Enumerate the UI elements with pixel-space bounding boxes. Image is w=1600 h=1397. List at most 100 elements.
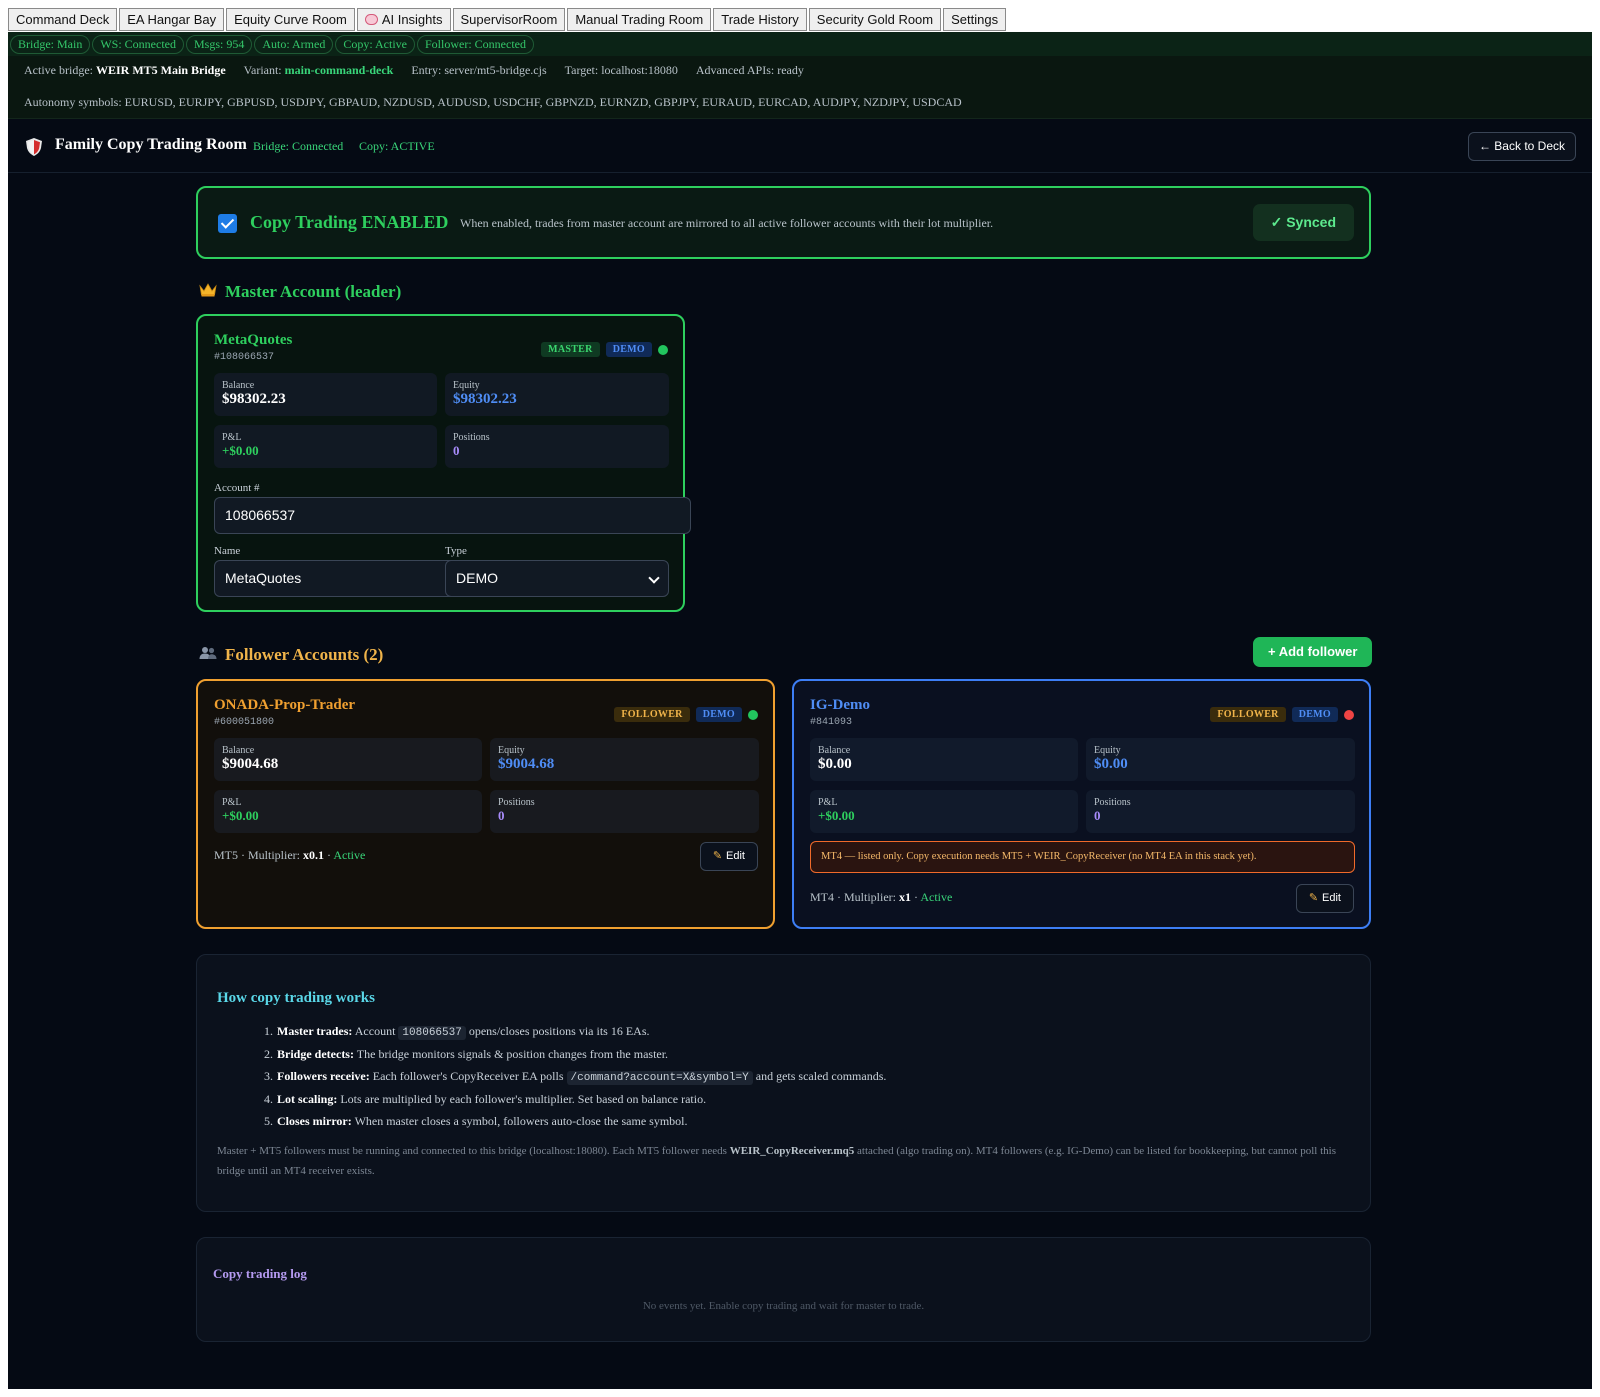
step-heading: Lot scaling:: [277, 1091, 338, 1106]
status-pill-auto: Auto: Armed: [254, 34, 334, 54]
master-badges: MASTER DEMO: [541, 342, 668, 357]
brain-icon: [364, 14, 378, 25]
tab-supervisor-room[interactable]: SupervisorRoom: [452, 8, 566, 31]
stat-label: P&L: [222, 432, 242, 443]
master-section-title: Master Account (leader): [199, 282, 401, 302]
target-info: Target: localhost:18080: [564, 63, 678, 77]
page-title: Family Copy Trading Room: [55, 136, 247, 153]
master-pnl-stat: P&L +$0.00: [214, 425, 437, 468]
follower-pnl-value: +$0.00: [818, 808, 855, 823]
master-section-label: Master Account (leader): [225, 282, 402, 301]
tab-security-gold-room[interactable]: Security Gold Room: [808, 8, 942, 31]
note-text: Master + MT5 followers must be running a…: [217, 1145, 727, 1157]
follower-card: IG-Demo #841093 FOLLOWER DEMO Balance $0…: [792, 679, 1371, 929]
follower-equity-stat: Equity $0.00: [1086, 738, 1355, 781]
follower-name: ONADA-Prop-Trader: [214, 697, 356, 713]
master-balance-value: $98302.23: [222, 391, 286, 407]
tab-ai-insights[interactable]: AI Insights: [356, 8, 451, 31]
back-to-deck-button[interactable]: ← Back to Deck: [1467, 132, 1576, 161]
stat-label: P&L: [818, 797, 838, 808]
follower-name: IG-Demo: [810, 697, 870, 713]
master-account-name: MetaQuotes: [214, 332, 293, 348]
follower-equity-value: $9004.68: [498, 756, 555, 772]
follower-positions-value: 0: [1094, 808, 1101, 823]
account-number-label: Account #: [214, 482, 260, 494]
master-role-badge: MASTER: [541, 342, 600, 357]
type-label: Type: [445, 545, 467, 557]
step-item: 3. Followers receive: Each follower's Cop…: [255, 1065, 886, 1088]
step-item: 5. Closes mirror: When master closes a sy…: [255, 1110, 886, 1133]
active-bridge-label: Active bridge:: [24, 63, 93, 77]
follower-balance-stat: Balance $9004.68: [214, 738, 482, 781]
stat-label: Balance: [222, 380, 255, 391]
follower-status-dot: [748, 709, 758, 720]
copy-trading-title: Copy Trading ENABLED: [250, 212, 449, 232]
follower-platform: MT5: [214, 848, 238, 862]
tab-equity-curve-room[interactable]: Equity Curve Room: [226, 8, 355, 31]
step-heading: Bridge detects:: [277, 1046, 354, 1061]
stat-label: Equity: [498, 745, 525, 756]
copy-trading-checkbox[interactable]: [218, 214, 237, 233]
status-pill-ws: WS: Connected: [92, 34, 184, 54]
follower-role-badge: FOLLOWER: [614, 707, 690, 722]
stat-label: Positions: [453, 432, 490, 443]
follower-multiplier-label: Multiplier:: [844, 890, 896, 904]
follower-badges: FOLLOWER DEMO: [1210, 707, 1354, 722]
stat-label: Balance: [818, 745, 851, 756]
master-account-card: MetaQuotes #108066537 MASTER DEMO Balanc…: [196, 314, 691, 612]
how-it-works-panel: How copy trading works 1. Master trades: …: [196, 954, 1371, 1212]
master-account-number: #108066537: [214, 352, 275, 363]
variant-info: Variant: main-command-deck: [244, 63, 394, 78]
edit-follower-button[interactable]: ✎ Edit: [699, 842, 758, 871]
follower-multiplier: x1: [899, 890, 911, 904]
status-pill-msgs: Msgs: 954: [185, 34, 253, 54]
follower-pnl-value: +$0.00: [222, 808, 259, 823]
top-tab-bar: Command Deck EA Hangar Bay Equity Curve …: [8, 8, 1592, 32]
stat-label: Balance: [222, 745, 255, 756]
follower-state: Active: [333, 848, 366, 862]
tab-settings[interactable]: Settings: [943, 8, 1007, 31]
stat-label: Equity: [1094, 745, 1121, 756]
master-balance-stat: Balance $98302.23: [214, 373, 437, 416]
step-number: 1.: [264, 1024, 273, 1038]
follower-equity-value: $0.00: [1094, 756, 1128, 772]
step-number: 3.: [264, 1069, 273, 1083]
edit-follower-button[interactable]: ✎ Edit: [1295, 884, 1354, 913]
apis-info: Advanced APIs: ready: [695, 63, 804, 77]
follower-positions-stat: Positions 0: [490, 790, 759, 833]
account-number-input[interactable]: 108066537: [214, 497, 691, 534]
name-input[interactable]: MetaQuotes: [214, 560, 459, 597]
pencil-icon: ✎: [1308, 892, 1319, 904]
step-item: 2. Bridge detects: The bridge monitors si…: [255, 1043, 886, 1066]
step-text: Account: [354, 1024, 396, 1038]
follower-pnl-stat: P&L +$0.00: [214, 790, 482, 833]
tab-ea-hangar-bay[interactable]: EA Hangar Bay: [119, 8, 225, 31]
follower-number: #841093: [810, 717, 853, 728]
follower-number: #600051800: [214, 717, 275, 728]
status-pill-bridge: Bridge: Main: [10, 34, 91, 54]
step-text: Lots are multiplied by each follower's m…: [340, 1091, 707, 1106]
step-heading: Master trades:: [277, 1024, 353, 1038]
master-status-dot: [658, 344, 668, 355]
copy-trading-banner: Copy Trading ENABLED When enabled, trade…: [196, 186, 1371, 259]
crown-icon: [199, 283, 217, 297]
synced-button[interactable]: ✓ Synced: [1252, 204, 1354, 241]
follower-balance-value: $9004.68: [222, 756, 279, 772]
step-text: and gets scaled commands.: [755, 1069, 887, 1083]
type-select[interactable]: DEMO: [445, 560, 669, 597]
followers-section-label: Follower Accounts (2): [225, 645, 384, 664]
mt4-warning: MT4 — listed only. Copy execution needs …: [810, 841, 1355, 873]
tab-ai-insights-label: AI Insights: [381, 12, 443, 27]
step-text: Each follower's CopyReceiver EA polls: [372, 1069, 564, 1083]
follower-pnl-stat: P&L +$0.00: [810, 790, 1078, 833]
step-item: 4. Lot scaling: Lots are multiplied by ea…: [255, 1088, 886, 1111]
master-equity-value: $98302.23: [453, 391, 517, 407]
follower-type-badge: DEMO: [695, 707, 742, 722]
add-follower-button[interactable]: + Add follower: [1253, 637, 1373, 667]
master-pnl-value: +$0.00: [222, 443, 259, 458]
tab-command-deck[interactable]: Command Deck: [8, 8, 118, 31]
tab-manual-trading-room[interactable]: Manual Trading Room: [567, 8, 712, 31]
follower-type-badge: DEMO: [1291, 707, 1338, 722]
tab-trade-history[interactable]: Trade History: [713, 8, 807, 31]
shield-icon: [26, 138, 42, 156]
